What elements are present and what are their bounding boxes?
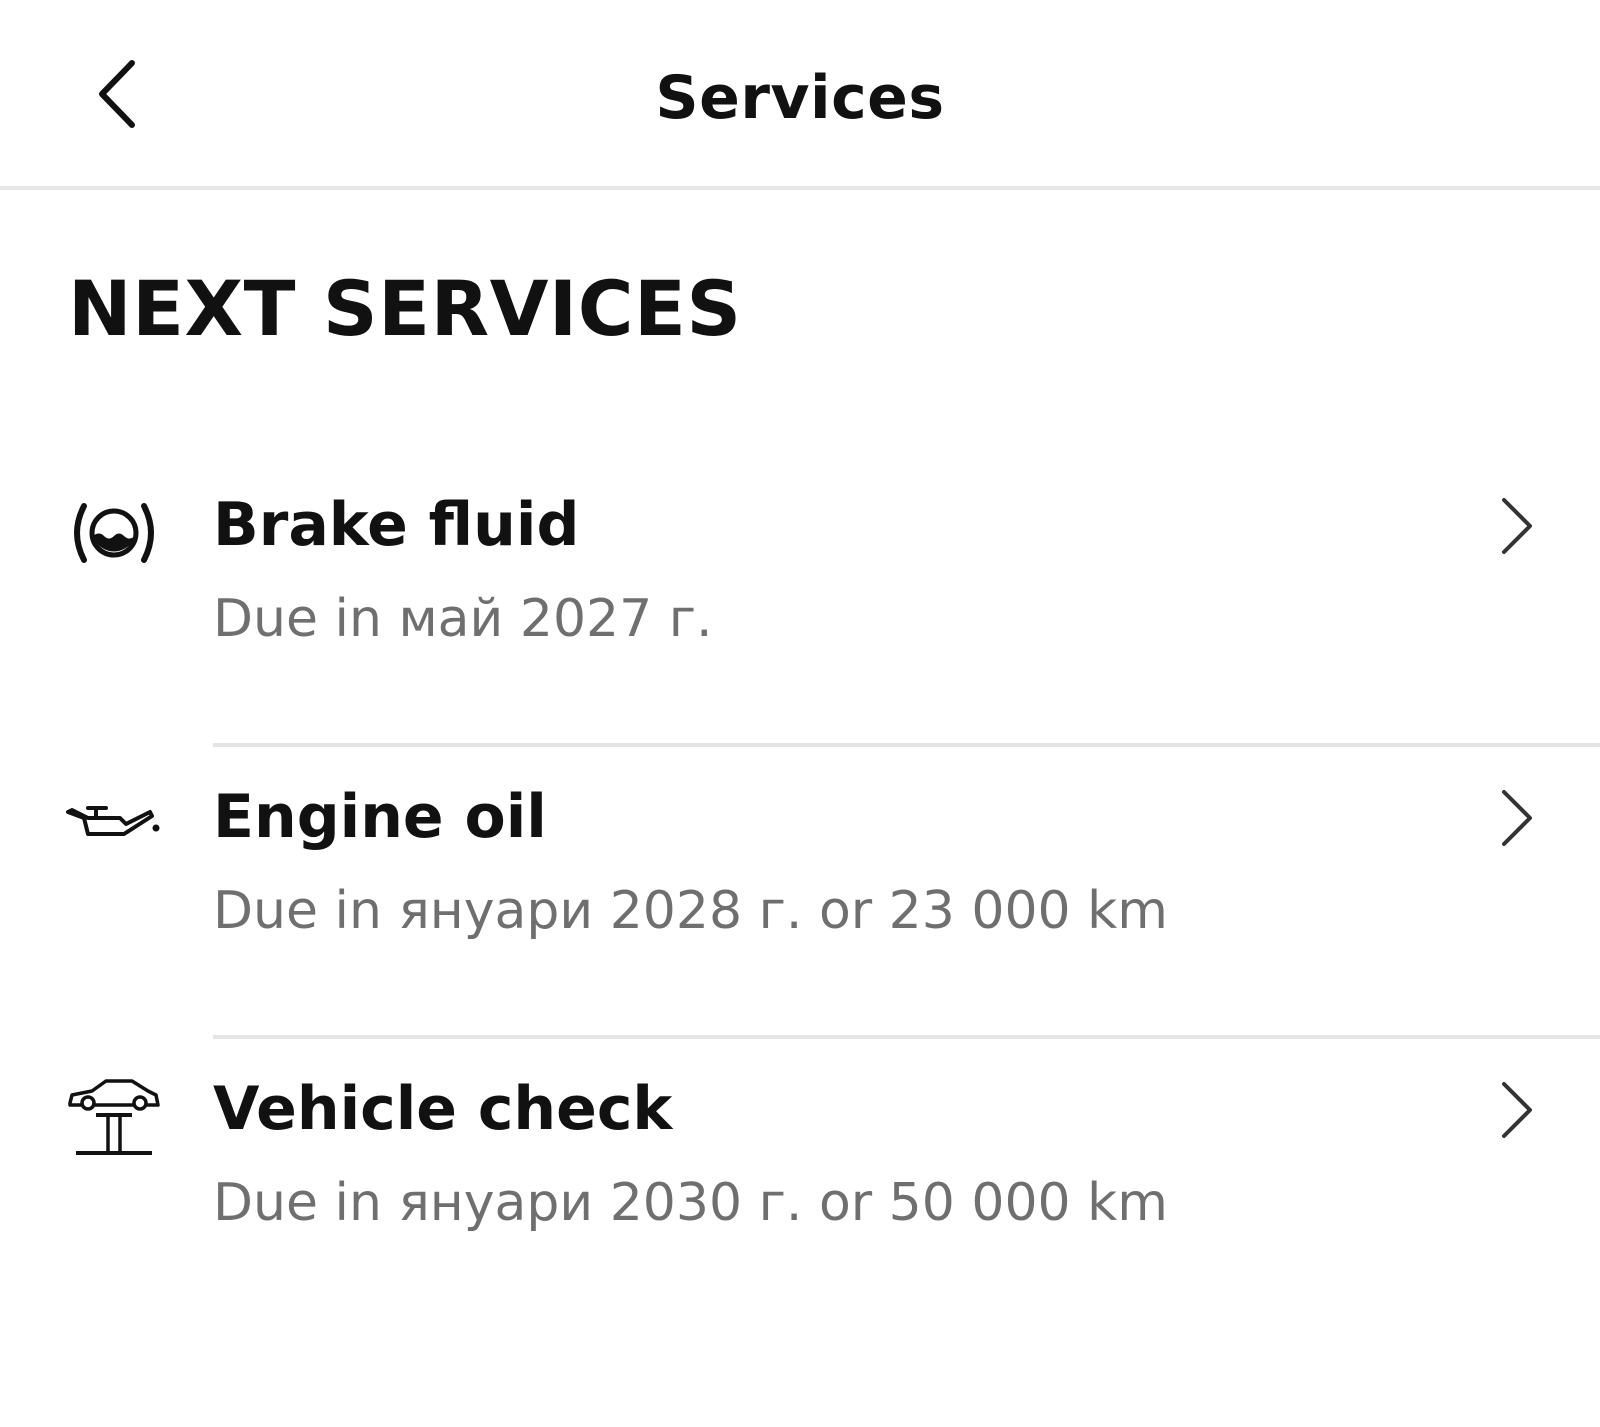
- chevron-right-icon: [1492, 491, 1542, 561]
- service-item-engine-oil[interactable]: Engine oil Due in януари 2028 г. or 23 0…: [0, 747, 1600, 1039]
- service-name: Vehicle check: [213, 1074, 673, 1144]
- service-list: Brake fluid Due in май 2027 г. Engine oi…: [0, 455, 1600, 1331]
- section-title: NEXT SERVICES: [68, 264, 742, 353]
- chevron-right-icon: [1492, 1075, 1542, 1145]
- app-header: Services: [0, 0, 1600, 190]
- service-item-brake-fluid[interactable]: Brake fluid Due in май 2027 г.: [0, 455, 1600, 747]
- service-due: Due in януари 2028 г. or 23 000 km: [213, 881, 1168, 941]
- page-title: Services: [655, 63, 945, 133]
- oil-can-icon: [66, 785, 162, 865]
- service-due: Due in май 2027 г.: [213, 589, 713, 649]
- service-name: Engine oil: [213, 782, 547, 852]
- service-item-vehicle-check[interactable]: Vehicle check Due in януари 2030 г. or 5…: [0, 1039, 1600, 1331]
- brake-fluid-icon: [66, 493, 162, 573]
- service-name: Brake fluid: [213, 490, 580, 560]
- service-due: Due in януари 2030 г. or 50 000 km: [213, 1173, 1168, 1233]
- car-lift-icon: [66, 1077, 162, 1157]
- chevron-right-icon: [1492, 783, 1542, 853]
